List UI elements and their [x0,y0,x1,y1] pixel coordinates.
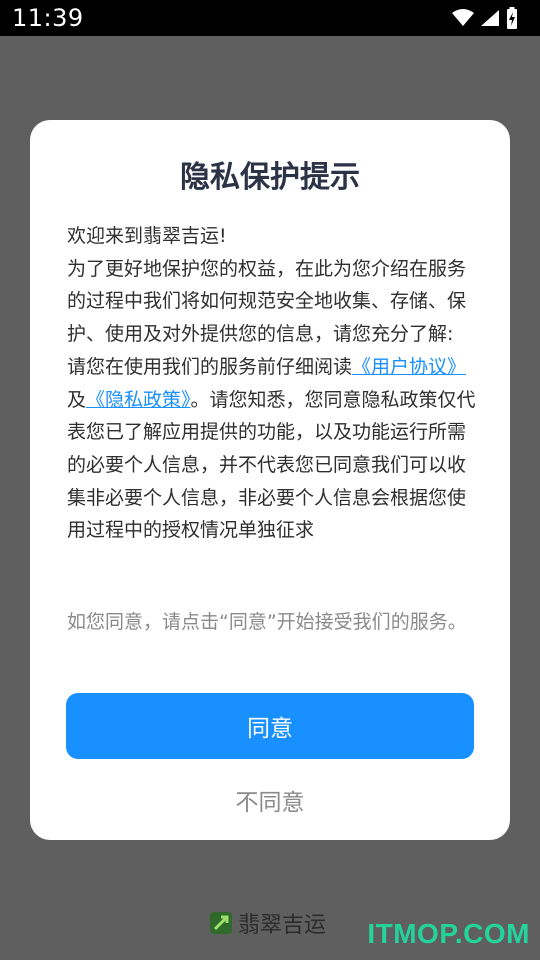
read-suffix: 。请您知悉，您同意隐私政策仅代表您已了解应用提供的功能，以及功能运行所需的必要个… [67,388,476,542]
app-name: 翡翠吉运 [238,913,327,938]
privacy-text-scroll[interactable]: 欢迎来到翡翠吉运! 为了更好地保护您的权益，在此为您介绍在服务的过程中我们将如何… [67,220,477,582]
and-text: 及 [67,388,87,411]
consent-note: 如您同意，请点击“同意”开始接受我们的服务。 [67,611,467,633]
status-bar: 11:39 [0,0,540,36]
wifi-icon [452,9,474,26]
dialog-title: 隐私保护提示 [180,160,360,195]
read-prefix: 请您在使用我们的服务前仔细阅读 [67,355,353,378]
disagree-button[interactable]: 不同意 [170,779,370,821]
intro-paragraph: 为了更好地保护您的权益，在此为您介绍在服务的过程中我们将如何规范安全地收集、存储… [67,257,467,346]
agreement-paragraph: 请您在使用我们的服务前仔细阅读《用户协议》及《隐私政策》。请您知悉，您同意隐私政… [67,351,477,547]
app-logo-icon [210,912,232,934]
status-time: 11:39 [12,4,84,32]
battery-charging-icon [507,7,517,29]
watermark: ITMOP.COM [367,918,530,949]
welcome-line: 欢迎来到翡翠吉运! [67,225,227,247]
agree-button[interactable]: 同意 [66,693,474,759]
user-agreement-link[interactable]: 《用户协议》 [352,356,466,378]
status-icons [452,6,518,30]
privacy-dialog: 隐私保护提示 欢迎来到翡翠吉运! 为了更好地保护您的权益，在此为您介绍在服务的过… [30,120,510,840]
background-app-brand: 翡翠吉运 [210,906,326,940]
cellular-signal-icon [481,10,499,26]
privacy-policy-link[interactable]: 《隐私政策》 [86,389,191,411]
